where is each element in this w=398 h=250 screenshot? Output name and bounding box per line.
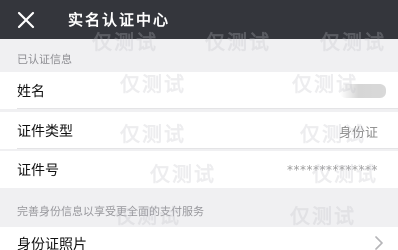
id-number-label: 证件号 xyxy=(17,163,59,179)
screen: 实名认证中心 已认证信息 姓名 证件类型 身份证 证件号 ***********… xyxy=(0,0,398,250)
page-title: 实名认证中心 xyxy=(68,11,171,29)
chevron-right-icon xyxy=(375,236,383,250)
hint-text: 完善身份信息以享受更全面的支付服务 xyxy=(17,205,204,218)
id-type-label: 证件类型 xyxy=(17,124,73,140)
row-id-photo[interactable]: 身份证照片 xyxy=(0,227,398,250)
id-type-value: 身份证 xyxy=(338,126,378,141)
close-icon xyxy=(17,11,35,29)
section-header: 已认证信息 xyxy=(17,53,72,66)
row-id-number: 证件号 ************** xyxy=(0,151,398,188)
title-bar: 实名认证中心 xyxy=(0,0,398,39)
id-photo-label: 身份证照片 xyxy=(17,237,87,250)
divider xyxy=(17,108,398,109)
name-label: 姓名 xyxy=(17,84,45,100)
row-name: 姓名 xyxy=(0,72,398,109)
close-button[interactable] xyxy=(14,8,38,32)
divider xyxy=(17,148,398,149)
name-value xyxy=(340,84,386,98)
watermark: 仅测试 xyxy=(290,204,356,228)
row-id-type: 证件类型 身份证 xyxy=(0,112,398,149)
id-number-value: ************** xyxy=(287,163,378,177)
